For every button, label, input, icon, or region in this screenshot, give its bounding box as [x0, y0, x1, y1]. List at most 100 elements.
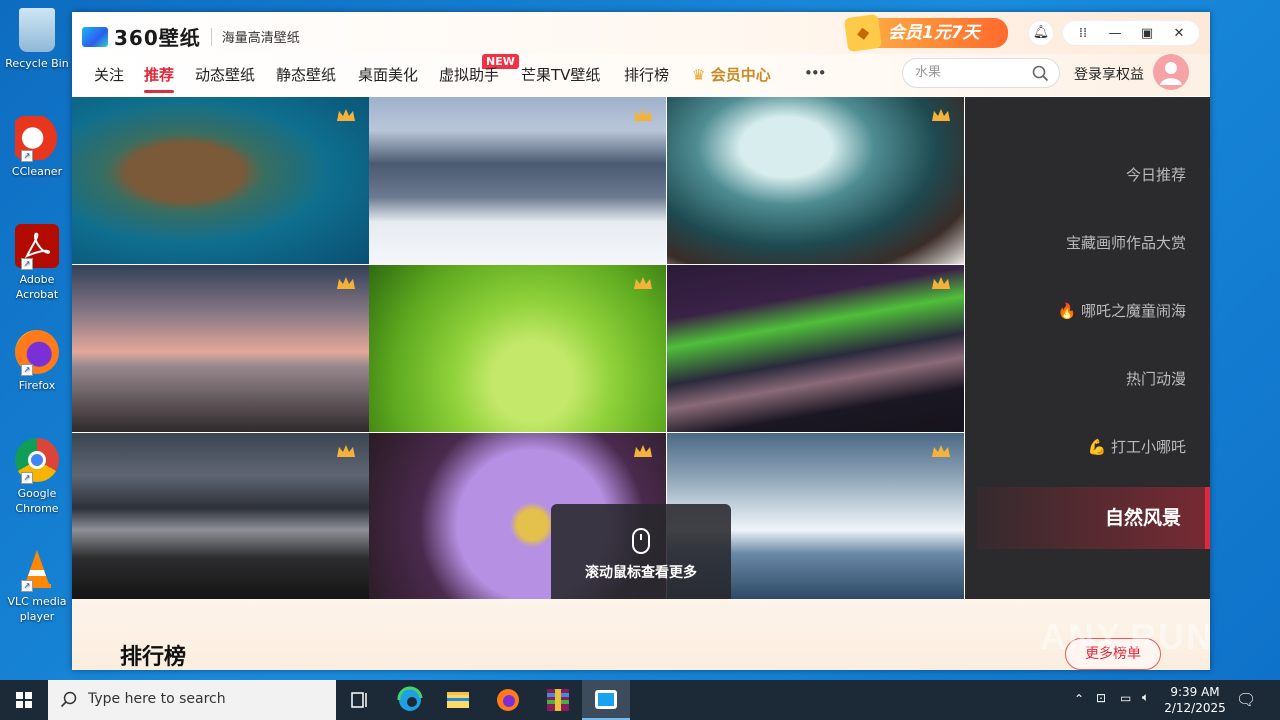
monitor-icon[interactable]: ▭ [1120, 691, 1131, 705]
clock[interactable]: 9:39 AM 2/12/2025 [1160, 684, 1230, 716]
watermark: ANY.RUN [1040, 616, 1215, 657]
task-view-icon[interactable] [336, 680, 384, 720]
desktop-icon-label: Recycle Bin [5, 57, 69, 70]
taskbar-search[interactable]: Type here to search [48, 680, 336, 720]
app-subtitle: 海量高清壁纸 [221, 31, 300, 46]
nav-follow[interactable]: 关注 [94, 64, 124, 85]
nav-recommend[interactable]: 推荐 [144, 64, 175, 93]
chrome-icon: ↗ [15, 438, 59, 484]
clock-time: 9:39 AM [1170, 685, 1220, 699]
menu-icon[interactable]: ⁞⁞ [1067, 26, 1099, 41]
title-bar: 360壁纸 海量高清壁纸 ◆ 会员1元7天 🔔︎ ⁞⁞ — ▣ ✕ [72, 12, 1210, 54]
wallpaper-app-taskbar-icon[interactable] [582, 680, 630, 720]
wallpaper-tile[interactable] [667, 265, 964, 432]
nav-vip-center[interactable]: ♛ 会员中心 [692, 64, 771, 85]
logo-text: 360壁纸 [114, 26, 201, 50]
category-item[interactable]: 宝藏画师作品大赏 [1066, 232, 1186, 253]
nav-mango-tv[interactable]: 芒果TV壁纸 [521, 64, 600, 85]
desktop-icon-label: Adobe Acrobat [15, 273, 59, 301]
more-menu-icon[interactable]: ••• [804, 64, 827, 82]
ccleaner-icon: ↗ [15, 116, 59, 162]
nav-ranking[interactable]: 排行榜 [624, 64, 669, 85]
vip-crown-icon [931, 107, 951, 127]
window-button-group: ⁞⁞ — ▣ ✕ [1062, 20, 1200, 46]
window-controls: 🔔︎ ⁞⁞ — ▣ ✕ [1028, 20, 1200, 46]
edge-icon[interactable] [386, 680, 434, 720]
desktop-icon-google-chrome[interactable]: ↗ Google Chrome [4, 438, 70, 516]
app-logo[interactable]: 360壁纸 海量高清壁纸 [82, 22, 300, 51]
wallpaper-app-window: 360壁纸 海量高清壁纸 ◆ 会员1元7天 🔔︎ ⁞⁞ — ▣ ✕ 关注 推荐 … [72, 12, 1210, 670]
adobe-acrobat-icon: ↗ [15, 224, 59, 270]
search-input[interactable] [915, 65, 1025, 80]
category-panel: 今日推荐 宝藏画师作品大赏 🔥 哪吒之魔童闹海 热门动漫 💪 打工小哪吒 自然风… [965, 97, 1210, 599]
vlc-icon: ↗ [15, 546, 59, 592]
category-item[interactable]: 今日推荐 [1126, 164, 1186, 185]
wallpaper-tile[interactable] [667, 97, 964, 264]
volume-icon[interactable]: 🔈︎ [1142, 690, 1149, 705]
search-box [902, 58, 1060, 88]
maximize-button[interactable]: ▣ [1131, 26, 1163, 41]
desktop-icon-label: Firefox [18, 379, 56, 392]
network-icon[interactable]: ⊡ [1096, 691, 1106, 705]
nav-virtual-assistant[interactable]: 虚拟助手 [439, 64, 499, 85]
category-item-active[interactable]: 自然风景 [977, 487, 1210, 549]
vip-crown-icon [633, 107, 653, 127]
wallpaper-tile[interactable] [72, 97, 369, 264]
vip-crown-icon [633, 275, 653, 295]
firefox-icon: ↗ [15, 330, 59, 376]
chevron-up-icon[interactable]: ⌃ [1074, 692, 1084, 706]
avatar[interactable] [1153, 54, 1189, 90]
category-item[interactable]: 热门动漫 [1126, 368, 1186, 389]
vip-promo-banner[interactable]: ◆ 会员1元7天 [843, 13, 1008, 53]
desktop-icon-label: VLC media player [7, 595, 67, 623]
nav-static-wallpaper[interactable]: 静态壁纸 [276, 64, 336, 85]
notification-icon[interactable]: 🗨︎ [1236, 690, 1256, 709]
scroll-hint: 滚动鼠标查看更多 [551, 504, 731, 604]
bell-icon[interactable]: 🔔︎ [1028, 20, 1054, 46]
vip-crown-icon [633, 443, 653, 463]
taskbar-search-placeholder: Type here to search [88, 691, 226, 707]
vip-crown-icon [336, 275, 356, 295]
login-link[interactable]: 登录享权益 [1074, 64, 1144, 84]
search-icon[interactable] [1032, 65, 1049, 86]
taskbar: Type here to search ⌃ ⊡ ▭ 🔈︎ 9:39 AM 2/1… [0, 680, 1280, 720]
desktop-icon-adobe-acrobat[interactable]: ↗ Adobe Acrobat [4, 224, 70, 302]
wallpaper-grid [72, 97, 966, 600]
winrar-icon[interactable] [534, 680, 582, 720]
desktop-icon-label: Google Chrome [15, 487, 59, 515]
mouse-icon [632, 528, 650, 554]
category-item[interactable]: 🔥 哪吒之魔童闹海 [1058, 300, 1186, 321]
wallpaper-tile[interactable] [72, 433, 369, 600]
vip-crown-icon [336, 443, 356, 463]
close-button[interactable]: ✕ [1163, 26, 1195, 41]
desktop-icon-label: CCleaner [11, 165, 63, 178]
logo-mark-icon [82, 26, 108, 47]
windows-icon [16, 692, 32, 708]
diamond-icon: ◆ [843, 13, 883, 53]
category-item[interactable]: 💪 打工小哪吒 [1088, 436, 1186, 457]
vip-crown-icon [931, 443, 951, 463]
minimize-button[interactable]: — [1099, 26, 1131, 41]
search-icon [60, 691, 77, 708]
firefox-taskbar-icon[interactable] [484, 680, 532, 720]
wallpaper-tile[interactable] [72, 265, 369, 432]
vip-crown-icon [931, 275, 951, 295]
wallpaper-tile[interactable] [369, 265, 666, 432]
crown-icon: ♛ [692, 66, 706, 84]
start-button[interactable] [0, 680, 48, 720]
nav-vip-label: 会员中心 [710, 66, 771, 84]
desktop-icon-recycle-bin[interactable]: Recycle Bin [4, 8, 70, 71]
desktop-icon-vlc[interactable]: ↗ VLC media player [4, 546, 70, 624]
wallpaper-tile[interactable] [369, 97, 666, 264]
vip-crown-icon [336, 107, 356, 127]
clock-date: 2/12/2025 [1164, 701, 1226, 715]
desktop-icon-firefox[interactable]: ↗ Firefox [4, 330, 70, 393]
vip-promo-text: 会员1元7天 [888, 23, 980, 43]
nav-desktop-beautify[interactable]: 桌面美化 [358, 64, 418, 85]
desktop-icon-ccleaner[interactable]: ↗ CCleaner [4, 116, 70, 179]
file-explorer-icon[interactable] [434, 680, 482, 720]
nav-dynamic-wallpaper[interactable]: 动态壁纸 [195, 64, 255, 85]
scroll-hint-text: 滚动鼠标查看更多 [585, 565, 697, 581]
ranking-title: 排行榜 [120, 645, 187, 670]
nav-bar: 关注 推荐 动态壁纸 静态壁纸 桌面美化 NEW 虚拟助手 芒果TV壁纸 排行榜… [72, 54, 1210, 96]
